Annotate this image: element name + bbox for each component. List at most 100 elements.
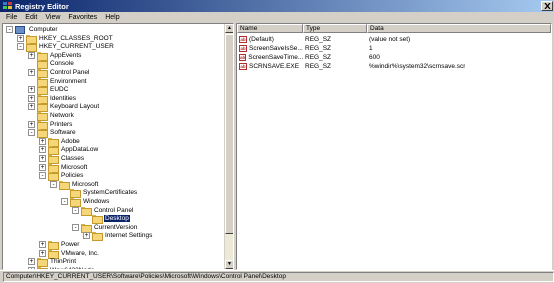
expand-icon[interactable]: +	[39, 249, 46, 257]
value-row[interactable]: ab ScreenSaveIsSe... REG_SZ 1	[237, 44, 551, 53]
string-value-icon: ab	[239, 54, 247, 61]
tree-node-label: Console	[50, 60, 74, 68]
close-button[interactable]	[541, 1, 553, 11]
expand-icon[interactable]: +	[28, 94, 35, 102]
column-header-name[interactable]: Name	[237, 24, 303, 33]
value-type: REG_SZ	[305, 63, 332, 70]
menu-view[interactable]: View	[41, 14, 64, 21]
tree-node-label: Identities	[50, 94, 77, 102]
value-name: ScreenSaveIsSe...	[249, 45, 303, 52]
folder-icon	[37, 60, 48, 70]
scroll-up-button[interactable]: ▲	[225, 24, 233, 33]
regedit-icon	[3, 2, 12, 10]
tree-scrollbar[interactable]: ▲ ▼	[224, 24, 233, 269]
tree-node-label: Power	[61, 241, 80, 248]
expand-icon[interactable]: +	[83, 232, 90, 240]
value-row[interactable]: ab ScreenSaveTime... REG_SZ 600	[237, 53, 551, 62]
folder-icon	[37, 51, 48, 61]
expand-icon[interactable]: +	[39, 146, 46, 154]
collapse-icon[interactable]: -	[17, 43, 24, 51]
list-header: Name Type Data	[237, 24, 551, 33]
collapse-icon[interactable]: -	[6, 26, 13, 33]
collapse-icon[interactable]: -	[28, 129, 35, 137]
folder-icon	[37, 120, 48, 130]
expand-icon[interactable]: +	[17, 34, 24, 42]
value-name-cell: ab ScreenSaveIsSe...	[237, 45, 303, 52]
menu-favorites[interactable]: Favorites	[64, 14, 101, 21]
folder-icon	[92, 215, 103, 225]
value-row[interactable]: ab (Default) REG_SZ (value not set)	[237, 35, 551, 44]
tree-node-label: HKEY_CURRENT_USER	[39, 43, 114, 51]
expand-icon[interactable]: +	[39, 241, 46, 248]
expand-icon[interactable]: +	[39, 137, 46, 145]
tree-node[interactable]: + Internet Settings	[83, 231, 153, 242]
folder-icon	[81, 206, 92, 216]
expand-icon[interactable]: +	[28, 51, 35, 59]
value-type: REG_SZ	[305, 54, 332, 61]
value-data: 1	[369, 45, 373, 52]
folder-icon	[48, 249, 59, 259]
value-name: (Default)	[249, 36, 274, 43]
expand-icon[interactable]: +	[39, 163, 46, 171]
tree-node-label: Printers	[50, 120, 73, 128]
menu-edit[interactable]: Edit	[21, 14, 41, 21]
tree-node-label: VMware, Inc.	[61, 249, 99, 257]
tree-node-label: Computer	[29, 26, 58, 33]
collapse-icon[interactable]: -	[50, 180, 57, 188]
tree-node-label: Control Panel	[50, 69, 90, 76]
value-type: REG_SZ	[305, 45, 332, 52]
tree-node-label: Environment	[50, 77, 87, 85]
value-name-cell: ab SCRNSAVE.EXE	[237, 63, 303, 70]
value-row[interactable]: ab SCRNSAVE.EXE REG_SZ %windir%\system32\sc…	[237, 62, 551, 71]
folder-icon	[70, 198, 81, 207]
string-value-icon: ab	[239, 63, 247, 70]
tree-node-label: Desktop	[104, 215, 130, 223]
scroll-down-button[interactable]: ▼	[225, 260, 233, 269]
collapse-icon[interactable]: -	[72, 206, 79, 214]
collapse-icon[interactable]: -	[72, 223, 79, 231]
expand-icon[interactable]: +	[39, 155, 46, 162]
folder-icon	[48, 146, 59, 156]
tree-node-label: HKEY_CLASSES_ROOT	[39, 34, 113, 42]
expand-icon[interactable]: +	[28, 69, 35, 76]
folder-icon	[37, 86, 48, 96]
folder-icon	[59, 180, 70, 190]
tree-node-label: EUDC	[50, 86, 69, 94]
value-name: SCRNSAVE.EXE	[249, 63, 300, 70]
folder-icon	[48, 241, 59, 250]
title-bar: Registry Editor	[0, 0, 554, 12]
expand-icon[interactable]: +	[28, 120, 35, 128]
tree-node-label: Network	[50, 112, 74, 119]
string-value-icon: ab	[239, 45, 247, 52]
scroll-thumb[interactable]	[225, 34, 233, 234]
column-header-type[interactable]: Type	[303, 24, 367, 33]
tree-node-label: Microsoft	[72, 180, 99, 188]
tree-node-label: Policies	[61, 172, 84, 180]
menu-bar: File Edit View Favorites Help	[0, 12, 554, 23]
folder-icon	[48, 137, 59, 147]
expand-icon[interactable]: +	[28, 258, 35, 266]
status-path: Computer\HKEY_CURRENT_USER\Software\Poli…	[3, 272, 554, 282]
menu-help[interactable]: Help	[101, 14, 123, 21]
values-list-pane[interactable]: Name Type Data ab (Default) REG_SZ (value n…	[236, 23, 552, 270]
tree-node-label: Windows	[83, 198, 110, 205]
folder-icon	[92, 232, 103, 242]
tree-node-label: CurrentVersion	[94, 223, 138, 231]
collapse-icon[interactable]: -	[61, 198, 68, 205]
value-type: REG_SZ	[305, 36, 332, 43]
tree-node-label: AppDataLow	[61, 146, 99, 154]
computer-icon	[15, 25, 25, 34]
value-name: ScreenSaveTime...	[248, 54, 303, 61]
tree-node-label: Control Panel	[94, 206, 134, 214]
expand-icon[interactable]: +	[28, 103, 35, 111]
column-header-data[interactable]: Data	[367, 24, 551, 33]
close-icon	[544, 2, 551, 11]
folder-icon	[81, 223, 92, 233]
expand-icon[interactable]: +	[28, 86, 35, 94]
key-tree-pane[interactable]: - Computer + HKEY_CLASSES_ROOT - HKEY_CURRENT…	[2, 23, 234, 270]
menu-file[interactable]: File	[2, 14, 21, 21]
collapse-icon[interactable]: -	[39, 172, 46, 180]
folder-icon	[48, 163, 59, 173]
folder-icon	[26, 43, 37, 53]
folder-icon	[37, 69, 48, 78]
